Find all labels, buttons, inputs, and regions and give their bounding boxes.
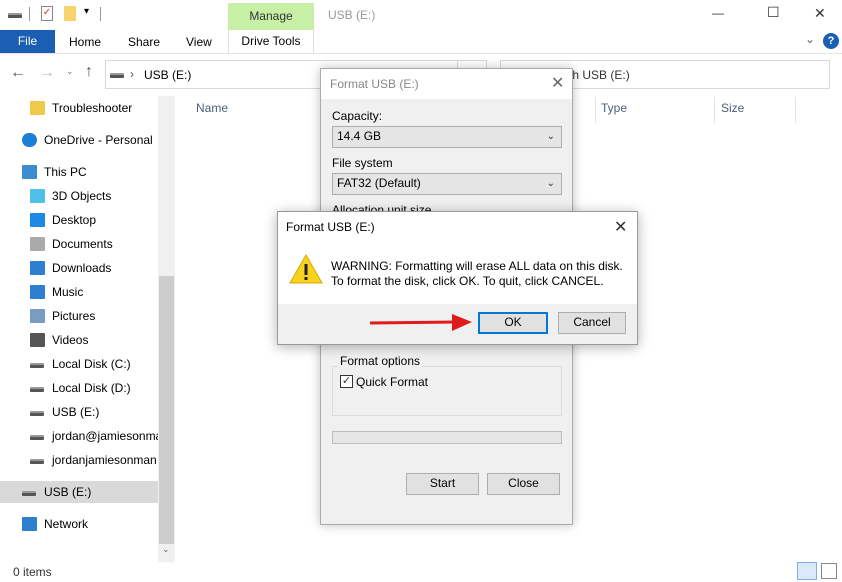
drive-icon [30, 459, 44, 464]
sidebar-item-label: USB (E:) [44, 485, 92, 499]
sidebar-item-label: Network [44, 517, 89, 531]
divider [795, 97, 796, 123]
download-icon [30, 261, 45, 275]
drive-icon [110, 73, 124, 78]
pictures-icon [30, 309, 45, 323]
cancel-button[interactable]: Cancel [558, 312, 626, 334]
folder-icon [30, 101, 45, 115]
format-progress-bar [332, 431, 562, 444]
properties-icon[interactable]: ✓ [41, 6, 53, 21]
sidebar-item-label: OneDrive - Personal [44, 133, 153, 147]
warning-line-2: To format the disk, click OK. To quit, c… [331, 274, 604, 288]
warning-line-1: WARNING: Formatting will erase ALL data … [331, 259, 623, 273]
computer-icon [22, 165, 37, 179]
format-options-label: Format options [338, 354, 423, 368]
up-icon[interactable]: ↑ [85, 63, 93, 81]
drive-icon [8, 13, 22, 18]
back-icon[interactable]: ← [10, 64, 26, 82]
chevron-right-icon: › [130, 67, 134, 81]
close-button[interactable]: ✕ [814, 5, 826, 22]
address-path: USB (E:) [144, 68, 192, 82]
sidebar-item-label: Videos [52, 333, 89, 347]
warning-dialog: Format USB (E:) ✕ WARNING: Formatting wi… [277, 211, 638, 345]
documents-icon [30, 237, 45, 251]
divider [29, 7, 30, 21]
drive-icon [30, 435, 44, 440]
sidebar-item-label: Music [52, 285, 84, 299]
forward-icon[interactable]: → [39, 64, 55, 82]
sidebar-item-label: 3D Objects [52, 189, 112, 203]
sidebar-item-label: Pictures [52, 309, 96, 323]
new-folder-icon[interactable] [64, 6, 76, 21]
scroll-down-icon[interactable]: ⌄ [162, 544, 170, 555]
help-icon[interactable]: ? [823, 33, 839, 49]
divider [595, 97, 596, 123]
tab-home[interactable]: Home [69, 35, 101, 49]
details-view-icon[interactable] [797, 562, 817, 580]
close-icon[interactable]: ✕ [614, 217, 627, 237]
file-system-select[interactable]: FAT32 (Default) ⌄ [332, 173, 562, 195]
sidebar-item-label: USB (E:) [52, 405, 100, 419]
close-button[interactable]: Close [487, 473, 560, 495]
red-arrow-annotation [369, 314, 472, 331]
ok-button[interactable]: OK [478, 312, 548, 334]
chevron-down-icon: ⌄ [546, 178, 555, 189]
sidebar-item[interactable]: USB (E:) [0, 481, 158, 503]
file-system-label: File system [332, 156, 393, 170]
sidebar-item-label: Documents [52, 237, 113, 251]
large-icons-view-icon[interactable] [821, 563, 837, 579]
sidebar-item-label: Local Disk (C:) [52, 357, 131, 371]
sidebar-item-label: Troubleshooter [52, 101, 133, 115]
maximize-button[interactable]: ☐ [767, 4, 780, 21]
tab-share[interactable]: Share [128, 35, 160, 49]
column-type[interactable]: Type [601, 101, 627, 115]
sidebar-item-label: Local Disk (D:) [52, 381, 131, 395]
scrollbar-thumb[interactable] [159, 276, 174, 544]
cloud-icon [22, 133, 37, 147]
tab-file[interactable]: File [0, 30, 55, 53]
warning-icon [289, 253, 323, 284]
drive-icon [30, 387, 44, 392]
chevron-down-icon[interactable]: ⌄ [805, 32, 815, 46]
network-icon [22, 517, 37, 531]
videos-icon [30, 333, 45, 347]
sidebar-item-label: jordanjamiesonman [52, 453, 157, 467]
customize-quick-access-icon[interactable]: ▾ [84, 6, 89, 17]
manage-tab[interactable]: Manage [228, 3, 314, 30]
column-size[interactable]: Size [721, 101, 744, 115]
divider [100, 7, 101, 21]
divider [0, 53, 842, 54]
recent-locations-icon[interactable]: ⌄ [66, 66, 74, 77]
window-title: USB (E:) [328, 8, 376, 22]
quick-format-checkbox[interactable]: ✓ [340, 375, 353, 388]
warning-dialog-title: Format USB (E:) [286, 220, 375, 234]
scrollbar[interactable]: ⌄ [158, 96, 175, 562]
sidebar-item-label: Desktop [52, 213, 97, 227]
sidebar-item-label: Downloads [52, 261, 112, 275]
chevron-down-icon: ⌄ [546, 131, 555, 142]
start-button[interactable]: Start [406, 473, 479, 495]
tab-drive-tools[interactable]: Drive Tools [228, 30, 314, 53]
close-icon[interactable]: ✕ [551, 73, 564, 93]
cube-icon [30, 189, 45, 203]
desktop-icon [30, 213, 45, 227]
format-options-group [332, 366, 562, 416]
column-name[interactable]: Name [196, 101, 228, 115]
tab-view[interactable]: View [186, 35, 212, 49]
divider [714, 97, 715, 123]
file-system-value: FAT32 (Default) [337, 176, 421, 190]
minimize-button[interactable]: — [712, 6, 724, 20]
sidebar-item-label: jordan@jamiesonma [52, 429, 163, 443]
capacity-label: Capacity: [332, 109, 383, 123]
drive-icon [22, 491, 36, 496]
drive-icon [30, 363, 44, 368]
quick-format-label[interactable]: Quick Format [356, 375, 428, 389]
sidebar-item-label: This PC [44, 165, 87, 179]
format-dialog-title: Format USB (E:) [330, 77, 419, 91]
capacity-select[interactable]: 14.4 GB ⌄ [332, 126, 562, 148]
status-item-count: 0 items [13, 565, 52, 579]
capacity-value: 14.4 GB [337, 129, 382, 143]
drive-icon [30, 411, 44, 416]
music-icon [30, 285, 45, 299]
